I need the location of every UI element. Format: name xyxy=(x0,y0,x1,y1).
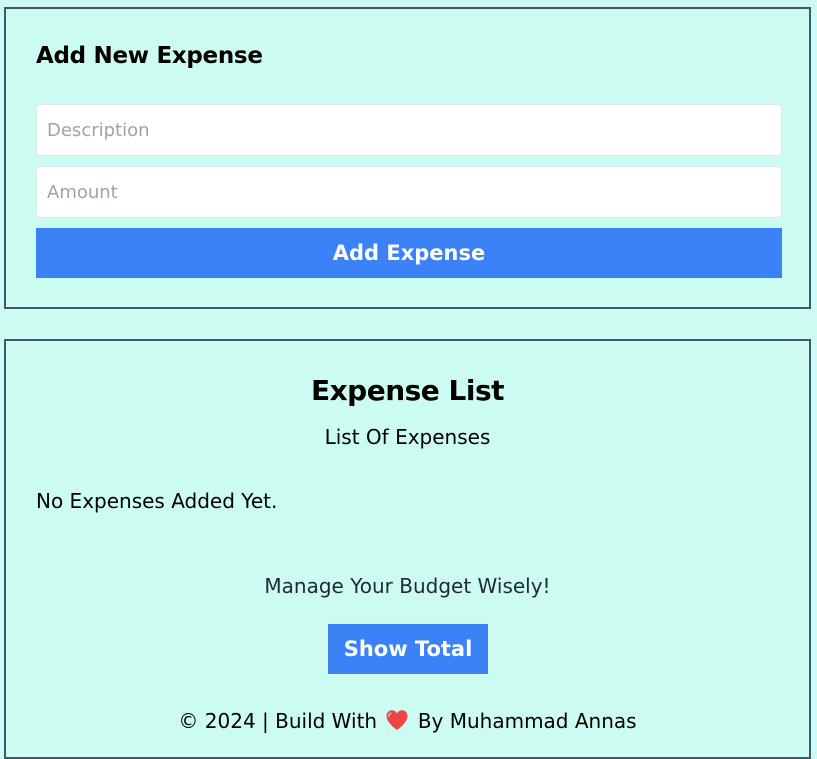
expense-list-card: Expense List List Of Expenses No Expense… xyxy=(4,339,811,759)
add-expense-title: Add New Expense xyxy=(36,43,263,69)
heart-icon xyxy=(386,710,408,730)
expense-list-title: Expense List xyxy=(310,374,505,407)
budget-tagline: Manage Your Budget Wisely! xyxy=(264,574,551,598)
add-expense-button[interactable]: Add Expense xyxy=(36,228,782,278)
footer-prefix: © 2024 | Build With xyxy=(178,709,378,733)
empty-list-message: No Expenses Added Yet. xyxy=(36,489,278,513)
description-input[interactable] xyxy=(36,104,782,156)
footer: © 2024 | Build With By Muhammad Annas xyxy=(6,709,809,733)
show-total-button[interactable]: Show Total xyxy=(328,624,488,674)
add-expense-card: Add New Expense Add Expense xyxy=(4,7,811,309)
footer-suffix: By Muhammad Annas xyxy=(417,709,637,733)
amount-input[interactable] xyxy=(36,166,782,218)
expense-list-subtitle: List Of Expenses xyxy=(324,425,491,449)
